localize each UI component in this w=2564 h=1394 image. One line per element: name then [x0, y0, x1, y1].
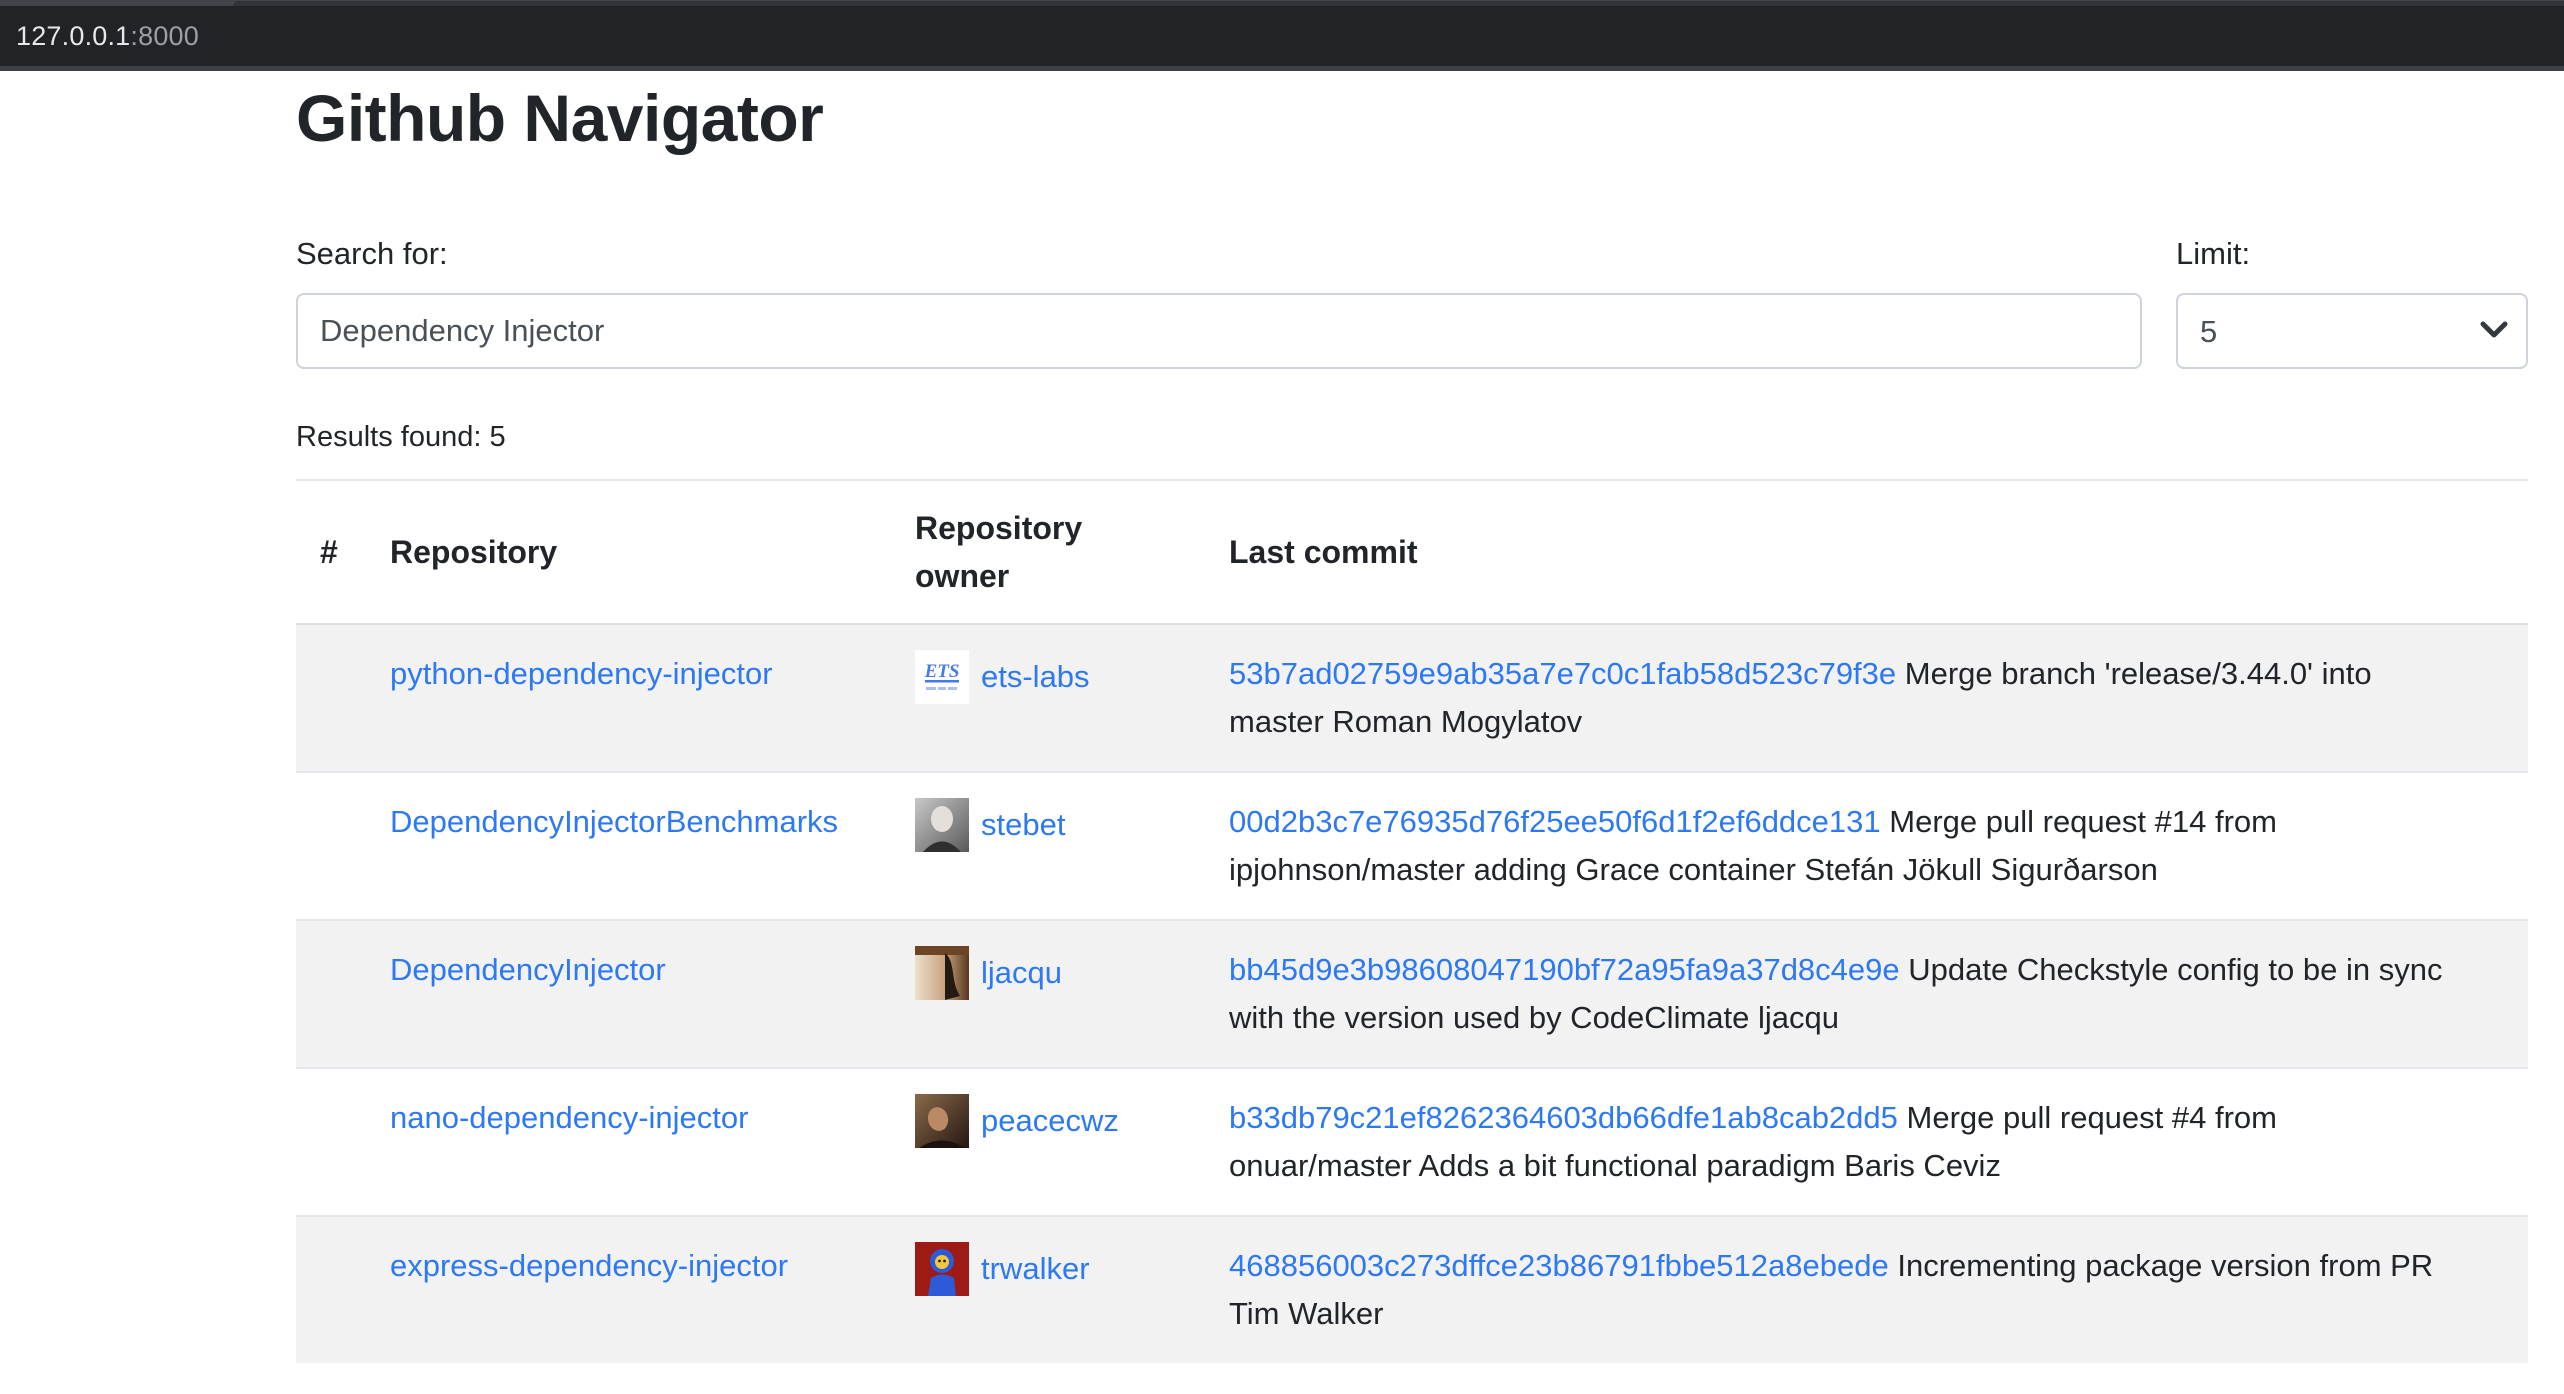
browser-tab-strip	[0, 0, 2564, 6]
col-header-owner: Repository owner	[891, 480, 1205, 624]
commit-hash-link[interactable]: 53b7ad02759e9ab35a7e7c0c1fab58d523c79f3e	[1229, 656, 1896, 691]
table-header-row: # Repository Repository owner Last commi…	[296, 480, 2528, 624]
svg-text:ETS: ETS	[924, 661, 960, 682]
repo-link[interactable]: nano-dependency-injector	[390, 1100, 748, 1135]
limit-label: Limit:	[2176, 232, 2528, 276]
browser-url-bar[interactable]: 127.0.0.1:8000	[0, 6, 2564, 66]
limit-select-wrap: 5	[2176, 293, 2528, 369]
repo-link[interactable]: DependencyInjector	[390, 952, 666, 987]
search-column: Search for:	[296, 232, 2142, 369]
search-input[interactable]	[296, 293, 2142, 369]
main-content: Github Navigator Search for: Limit: 5 Re…	[0, 78, 2528, 1363]
owner-cell: trwalker	[915, 1242, 1181, 1296]
ets-labs-logo-icon: ETS	[915, 650, 969, 704]
limit-select[interactable]: 5	[2176, 293, 2528, 369]
table-row: python-dependency-injector ETS ets-labs	[296, 624, 2528, 772]
owner-link[interactable]: peacecwz	[981, 1097, 1119, 1145]
repo-link[interactable]: express-dependency-injector	[390, 1248, 788, 1283]
row-index-cell	[296, 920, 366, 1068]
row-index-cell	[296, 772, 366, 920]
repo-link[interactable]: DependencyInjectorBenchmarks	[390, 804, 838, 839]
commit-hash-link[interactable]: 00d2b3c7e76935d76f25ee50f6d1f2ef6ddce131	[1229, 804, 1881, 839]
row-index-cell	[296, 624, 366, 772]
owner-link[interactable]: stebet	[981, 801, 1065, 849]
col-header-index: #	[296, 480, 366, 624]
repo-link[interactable]: python-dependency-injector	[390, 656, 773, 691]
chrome-divider	[0, 66, 2564, 71]
table-row: DependencyInjector ljacqu	[296, 920, 2528, 1068]
owner-link[interactable]: trwalker	[981, 1245, 1090, 1293]
commit-hash-link[interactable]: bb45d9e3b98608047190bf72a95fa9a37d8c4e9e	[1229, 952, 1900, 987]
page-title: Github Navigator	[296, 78, 2528, 158]
dark-portrait-avatar-icon	[915, 1094, 969, 1148]
search-label: Search for:	[296, 232, 2142, 276]
table-row: nano-dependency-injector peacecwz	[296, 1068, 2528, 1216]
results-count: Results found: 5	[296, 415, 2528, 459]
url-host: 127.0.0.1	[16, 21, 130, 52]
cat-photo-avatar-icon	[915, 946, 969, 1000]
browser-active-tab[interactable]	[233, 1, 2564, 6]
owner-cell: ljacqu	[915, 946, 1181, 1000]
limit-column: Limit: 5	[2176, 232, 2528, 369]
owner-link[interactable]: ljacqu	[981, 949, 1062, 997]
col-header-last-commit: Last commit	[1205, 480, 2528, 624]
owner-cell: peacecwz	[915, 1094, 1181, 1148]
commit-hash-link[interactable]: b33db79c21ef8262364603db66dfe1ab8cab2dd5	[1229, 1100, 1898, 1135]
controls-row: Search for: Limit: 5	[296, 232, 2528, 369]
owner-cell: stebet	[915, 798, 1181, 852]
owner-cell: ETS ets-labs	[915, 650, 1181, 704]
url-port: :8000	[130, 21, 199, 52]
row-index-cell	[296, 1216, 366, 1363]
table-row: express-dependency-injector trwalker	[296, 1216, 2528, 1363]
browser-chrome: 127.0.0.1:8000	[0, 0, 2564, 71]
col-header-repository: Repository	[366, 480, 891, 624]
commit-hash-link[interactable]: 468856003c273dffce23b86791fbbe512a8ebede	[1229, 1248, 1889, 1283]
results-table: # Repository Repository owner Last commi…	[296, 479, 2528, 1363]
lego-spaceman-avatar-icon	[915, 1242, 969, 1296]
owner-link[interactable]: ets-labs	[981, 653, 1090, 701]
table-row: DependencyInjectorBenchmarks stebet	[296, 772, 2528, 920]
row-index-cell	[296, 1068, 366, 1216]
grayscale-portrait-avatar-icon	[915, 798, 969, 852]
